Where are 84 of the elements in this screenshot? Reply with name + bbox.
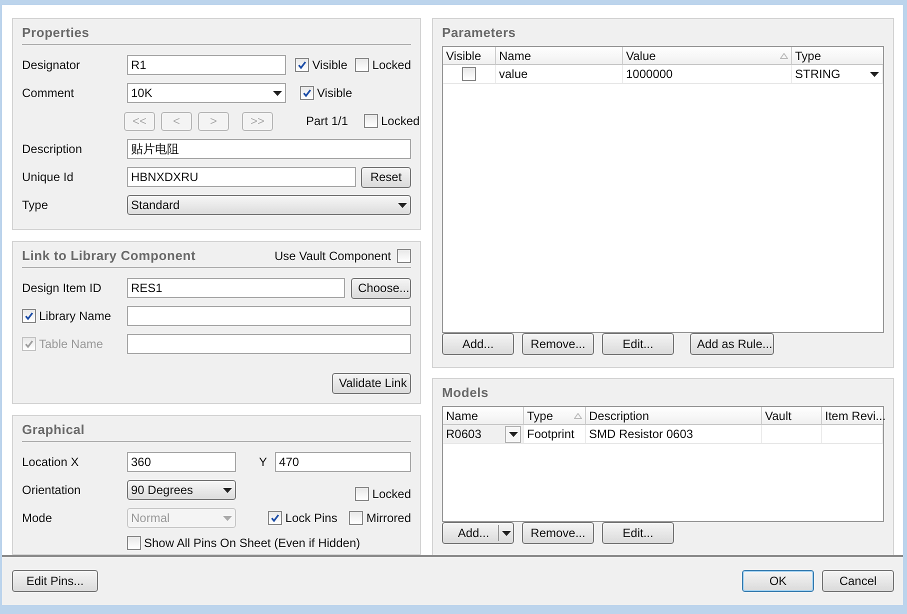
field-label: Unique Id (22, 170, 74, 184)
column-header[interactable]: Value (623, 47, 792, 64)
location-x-field[interactable]: 360 (127, 452, 236, 472)
checkbox-label[interactable]: Visible (312, 58, 348, 72)
checkbox[interactable] (268, 511, 282, 525)
panel-title: Parameters (442, 25, 517, 40)
ok-button[interactable]: OK (742, 570, 814, 592)
cancel-button[interactable]: Cancel (822, 570, 894, 592)
checkbox-label[interactable]: Mirrored (366, 511, 411, 525)
checkbox-label[interactable]: Locked (372, 486, 411, 500)
caret-icon (223, 516, 232, 520)
checkbox-label[interactable]: Use Vault Component (274, 248, 391, 262)
panel-title: Link to Library Component (22, 248, 197, 263)
caret-icon (508, 432, 518, 436)
panel-title: Properties (22, 25, 90, 40)
checkbox-label[interactable]: Locked (372, 58, 411, 72)
checkbox[interactable] (355, 58, 370, 72)
checkbox[interactable] (462, 67, 476, 81)
checkbox-label[interactable]: Visible (317, 86, 352, 100)
column-header[interactable]: Item Revi... (822, 407, 889, 424)
description-field[interactable]: 贴片电阻 (127, 139, 411, 159)
checkbox[interactable] (127, 536, 141, 550)
column-header[interactable]: Type (792, 47, 883, 64)
validate-link-button[interactable]: Validate Link (332, 372, 411, 394)
checkbox[interactable] (397, 248, 411, 262)
table-cell: R0603 (446, 427, 482, 441)
column-header[interactable]: Vault (762, 407, 822, 424)
part-label: Part 1/1 (306, 114, 350, 128)
field-label: Location X (22, 455, 80, 469)
column-header[interactable]: Name (496, 47, 623, 64)
model-button[interactable]: Remove... (522, 522, 594, 544)
parameter-button[interactable]: Add... (442, 333, 514, 355)
type-dropdown[interactable]: Standard (127, 195, 411, 215)
table-cell: value (496, 65, 623, 83)
field-label: Designator (22, 58, 82, 72)
checkbox[interactable] (349, 511, 364, 525)
unique-id-field[interactable]: HBNXDXRU (127, 167, 356, 187)
checkbox[interactable] (22, 309, 36, 323)
field-label: Description (22, 142, 84, 156)
column-header[interactable]: Name (443, 407, 524, 424)
parameter-button[interactable]: Edit... (602, 333, 674, 355)
checkbox[interactable] (364, 114, 378, 128)
caret-icon (870, 72, 879, 76)
caret-icon (398, 202, 407, 208)
table-cell: SMD Resistor 0603 (586, 425, 762, 443)
location-y-field[interactable]: 470 (275, 452, 411, 472)
comment-combobox[interactable]: 10K (127, 83, 286, 103)
field-label: Design Item ID (22, 281, 102, 295)
reset-button[interactable]: Reset (361, 166, 411, 188)
checkbox[interactable] (295, 58, 310, 72)
column-header[interactable]: Description (586, 407, 762, 424)
type-cell[interactable]: STRING (792, 65, 883, 83)
checkbox-label[interactable]: Lock Pins (285, 511, 338, 525)
checkbox[interactable] (355, 486, 370, 500)
caret-icon (273, 90, 282, 96)
field-label: Type (22, 198, 50, 212)
checkbox-label[interactable]: Library Name (39, 309, 112, 323)
library-name-field[interactable] (127, 306, 411, 326)
field-label: Y (259, 455, 268, 469)
model-button[interactable]: Add... (442, 522, 514, 544)
checkbox-label[interactable]: Show All Pins On Sheet (Even if Hidden) (144, 536, 360, 550)
orientation-dropdown[interactable]: 90 Degrees (127, 480, 236, 500)
panel-title: Models (442, 385, 490, 400)
caret-icon (223, 488, 232, 492)
table-name-field[interactable] (127, 334, 411, 354)
model-button[interactable]: Edit... (602, 522, 674, 544)
table-cell: 1000000 (623, 65, 792, 83)
field-label: Mode (22, 511, 54, 525)
field-label: Comment (22, 86, 76, 100)
designator-field[interactable]: R1 (127, 55, 286, 75)
dropdown-button[interactable] (505, 426, 521, 442)
panel-title: Graphical (22, 422, 86, 437)
edit-pins-button[interactable]: Edit Pins... (12, 570, 98, 592)
field-label: Orientation (22, 483, 82, 497)
column-header[interactable]: Type (524, 407, 586, 424)
column-header[interactable]: Visible (443, 47, 496, 64)
caret-icon (502, 530, 510, 536)
table-cell: Footprint (524, 425, 586, 443)
choose-button[interactable]: Choose... (351, 278, 411, 298)
checkbox-label[interactable]: Locked (381, 114, 420, 128)
parameter-button[interactable]: Remove... (522, 333, 594, 355)
parameter-button[interactable]: Add as Rule... (690, 333, 774, 355)
design-item-id-field[interactable]: RES1 (127, 278, 345, 298)
checkbox[interactable] (300, 86, 314, 100)
